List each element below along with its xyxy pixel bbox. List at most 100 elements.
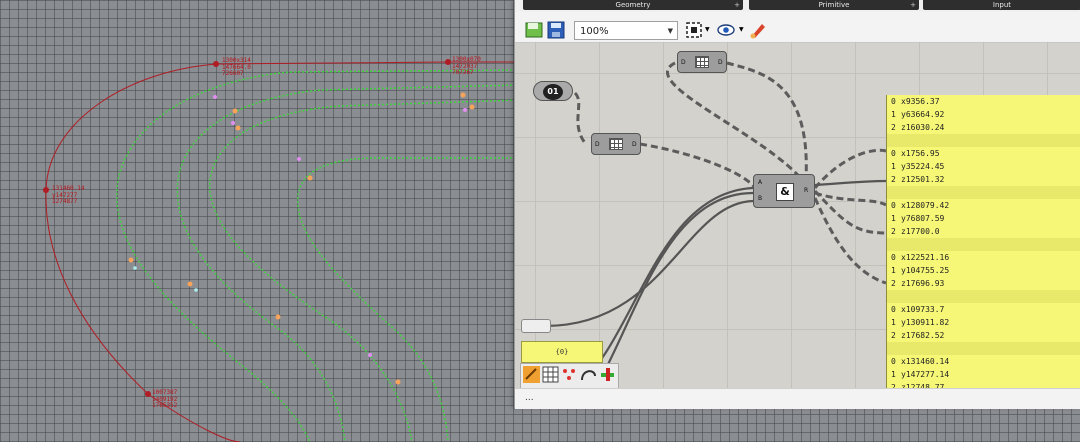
panel-row: 1 y147277.14 (887, 368, 1080, 381)
zoom-value: 100% (580, 26, 609, 37)
data-param-component[interactable]: D D (591, 133, 641, 155)
param-input-label: D (681, 59, 686, 66)
chevron-down-icon: ▼ (667, 27, 673, 35)
panel-row: 2 z16030.24 (887, 121, 1080, 134)
row-index: 2 (891, 331, 896, 340)
small-panel[interactable]: {0} (521, 341, 603, 363)
panel-row: 0 x109733.7 (887, 303, 1080, 316)
chevron-down-icon[interactable]: ▼ (739, 26, 744, 33)
row-index: 0 (891, 305, 896, 314)
row-value: z17682.52 (901, 331, 945, 340)
panel-row: 1 y130911.82 (887, 316, 1080, 329)
point-label: 1300x314 147664.0 726607 (222, 57, 251, 77)
panel-separator (887, 290, 1080, 303)
expand-icon[interactable]: + (734, 0, 740, 10)
panel-row: 2 z17700.0 (887, 225, 1080, 238)
panel-separator (887, 186, 1080, 199)
row-index: 2 (891, 227, 896, 236)
zoom-select[interactable]: 100% ▼ (574, 21, 678, 40)
output-r-label: R (804, 187, 809, 194)
grasshopper-window: Geometry + Primitive + Input 100% ▼ ▼ ▼ … (514, 0, 1080, 409)
panel-row: 1 y76807.59 (887, 212, 1080, 225)
merge-component[interactable]: A B & R (753, 174, 815, 208)
preview-eye-icon[interactable] (717, 21, 735, 39)
row-value: y63664.92 (901, 110, 945, 119)
row-value: x122521.16 (901, 253, 950, 262)
open-file-icon[interactable] (525, 21, 543, 39)
row-index: 0 (891, 357, 896, 366)
row-index: 0 (891, 201, 896, 210)
curve-tool-icon[interactable] (580, 366, 597, 383)
row-index: 1 (891, 266, 896, 275)
input-stub[interactable] (521, 319, 551, 333)
curve-points (43, 59, 475, 397)
panel-row: 2 z12501.32 (887, 173, 1080, 186)
row-index: 2 (891, 383, 896, 388)
panel-row: 0 x9356.37 (887, 95, 1080, 108)
save-file-icon[interactable] (547, 21, 565, 39)
panel-row: 1 y63664.92 (887, 108, 1080, 121)
data-param-icon (609, 138, 623, 150)
point-label: 131460.14 y147277 1274877 (52, 185, 85, 205)
row-value: x131460.14 (901, 357, 950, 366)
zoom-extents-icon[interactable] (685, 21, 703, 39)
input-b-label: B (758, 195, 763, 202)
param-output-label: D (632, 141, 637, 148)
row-value: x1756.95 (901, 149, 940, 158)
row-value: x9356.37 (901, 97, 940, 106)
panel-row: 1 y35224.45 (887, 160, 1080, 173)
green-curve-2 (176, 84, 521, 442)
panel-separator (887, 238, 1080, 251)
sketch-brush-icon[interactable] (749, 21, 767, 39)
data-param-component[interactable]: D D (677, 51, 727, 73)
row-value: z12501.32 (901, 175, 945, 184)
status-bar: ... (515, 388, 1080, 409)
row-index: 1 (891, 162, 896, 171)
canvas-toolbar: 100% ▼ ▼ ▼ (515, 12, 1080, 43)
digit-label: 01 (543, 84, 563, 100)
row-index: 1 (891, 214, 896, 223)
scatter-icon[interactable] (561, 366, 578, 383)
row-value: z16030.24 (901, 123, 945, 132)
row-index: 1 (891, 318, 896, 327)
tab-geometry[interactable]: Geometry + (523, 0, 743, 10)
flag-icon[interactable] (599, 366, 616, 383)
row-value: x109733.7 (901, 305, 945, 314)
param-input-label: D (595, 141, 600, 148)
expand-icon[interactable]: + (910, 0, 916, 10)
row-index: 1 (891, 110, 896, 119)
row-index: 0 (891, 253, 896, 262)
panel-row: 2 z17696.93 (887, 277, 1080, 290)
data-param-icon (695, 56, 709, 68)
row-index: 1 (891, 370, 896, 379)
row-value: x128079.42 (901, 201, 950, 210)
panel-row: 2 z12748.77 (887, 381, 1080, 388)
tab-primitive[interactable]: Primitive + (749, 0, 919, 10)
red-curve (45, 61, 520, 442)
row-index: 0 (891, 149, 896, 158)
row-index: 2 (891, 175, 896, 184)
row-value: y76807.59 (901, 214, 945, 223)
chevron-down-icon[interactable]: ▼ (705, 26, 710, 33)
digit-component[interactable]: 01 (533, 81, 573, 101)
merge-symbol: & (776, 183, 794, 201)
green-curve-1 (116, 69, 521, 442)
row-value: y130911.82 (901, 318, 950, 327)
point-label: 1007387 1409192 1765352 (152, 389, 178, 409)
green-curve-4 (297, 157, 520, 442)
grasshopper-canvas[interactable]: 01 D D D D A B & R {0} 0 x9356.37 1 y63664.… (515, 43, 1080, 388)
row-index: 2 (891, 279, 896, 288)
row-value: y147277.14 (901, 370, 950, 379)
output-panel[interactable]: 0 x9356.37 1 y63664.92 2 z16030.24 0 x1756.95 1 y… (886, 95, 1080, 388)
tab-label: Primitive (818, 1, 850, 9)
panel-row: 0 x131460.14 (887, 355, 1080, 368)
row-value: y104755.25 (901, 266, 950, 275)
panel-rows: 0 x9356.37 1 y63664.92 2 z16030.24 0 x1756.95 1 y… (887, 95, 1080, 388)
green-curve-3 (209, 99, 521, 442)
tab-input[interactable]: Input (923, 0, 1080, 10)
canvas-widget-bar (520, 363, 619, 391)
input-a-label: A (758, 179, 763, 186)
tools-icon[interactable] (523, 366, 540, 383)
grid-param-icon[interactable] (542, 366, 559, 383)
row-index: 2 (891, 123, 896, 132)
